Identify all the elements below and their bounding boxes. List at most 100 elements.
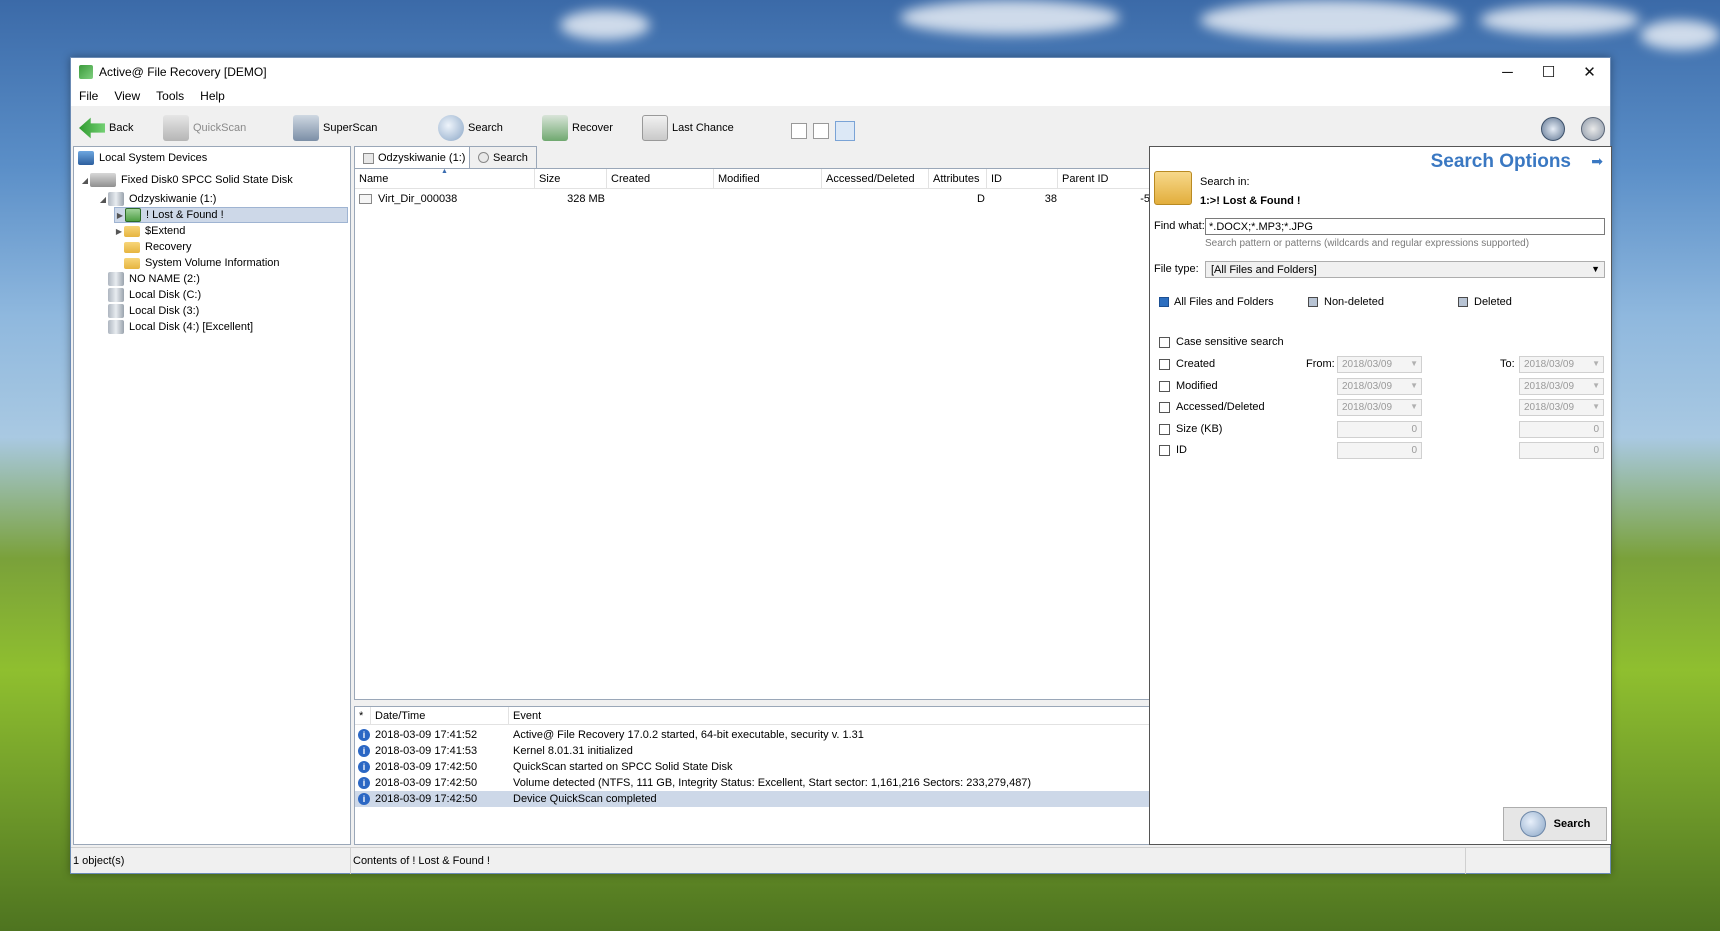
modified-to-date[interactable]: 2018/03/09 ▼ (1519, 378, 1604, 395)
id-to-field[interactable]: 0 (1519, 442, 1604, 459)
modified-label: Modified (1176, 380, 1218, 392)
tree-local-c[interactable]: Local Disk (C:) (108, 287, 201, 303)
id-checkbox[interactable] (1159, 445, 1170, 456)
expand-icon[interactable]: ▶ (115, 211, 125, 220)
file-id: 38 (1044, 192, 1057, 205)
accessed-checkbox[interactable] (1159, 402, 1170, 413)
tree-root[interactable]: Local System Devices (78, 150, 207, 166)
remove-icon[interactable] (813, 123, 829, 139)
collapse-icon[interactable]: ◢ (80, 176, 90, 185)
column-event[interactable]: Event (509, 707, 1152, 725)
date-value: 2018/03/09 (1524, 381, 1575, 392)
column-parent-id[interactable]: Parent ID (1058, 169, 1152, 189)
cloud (560, 10, 650, 40)
tree-recovery-label: Recovery (145, 241, 192, 253)
tree-local-4[interactable]: Local Disk (4:) [Excellent] (108, 319, 253, 335)
column-attributes-label: Attributes (933, 173, 980, 185)
log-event: Kernel 8.01.31 initialized (513, 745, 633, 757)
column-created[interactable]: Created (607, 169, 714, 189)
tab-search[interactable]: Search (469, 146, 537, 168)
find-what-input[interactable]: *.DOCX;*.MP3;*.JPG (1205, 218, 1605, 235)
filter-all-radio[interactable] (1159, 297, 1169, 307)
tree-extend[interactable]: ▶ $Extend (114, 223, 185, 239)
accessed-to-date[interactable]: 2018/03/09 ▼ (1519, 399, 1604, 416)
tab-contents[interactable]: Odzyskiwanie (1:) (354, 146, 475, 169)
created-checkbox[interactable] (1159, 359, 1170, 370)
menu-view[interactable]: View (106, 89, 148, 103)
created-from-date[interactable]: 2018/03/09 ▼ (1337, 356, 1422, 373)
menu-help[interactable]: Help (192, 89, 233, 103)
close-button[interactable]: ✕ (1569, 58, 1610, 86)
table-row[interactable]: Virt_Dir_000038 328 MB D 38 -5 (355, 190, 1150, 207)
id-label: ID (1176, 444, 1187, 456)
collapse-icon[interactable]: ◢ (98, 195, 108, 204)
column-modified[interactable]: Modified (714, 169, 822, 189)
tree-volume[interactable]: ◢ Odzyskiwanie (1:) (98, 191, 216, 207)
accessed-from-date[interactable]: 2018/03/09 ▼ (1337, 399, 1422, 416)
size-from-field[interactable]: 0 (1337, 421, 1422, 438)
magnifier-icon (478, 152, 489, 163)
tree-lost-found[interactable]: ▶ ! Lost & Found ! (114, 207, 348, 223)
column-marker-label: * (359, 710, 364, 722)
log-row[interactable]: i 2018-03-09 17:41:53 Kernel 8.01.31 ini… (355, 743, 1150, 759)
gear-icon[interactable] (1581, 117, 1605, 141)
tree-recovery[interactable]: Recovery (124, 239, 191, 255)
quickscan-button[interactable]: QuickScan (163, 112, 246, 144)
column-accessed[interactable]: Accessed/Deleted (822, 169, 929, 189)
info-icon: i (358, 761, 370, 773)
minimize-button[interactable]: ─ (1487, 58, 1528, 86)
column-name[interactable]: Name ▲ (355, 168, 535, 189)
maximize-button[interactable]: ☐ (1528, 58, 1569, 86)
tree-svi[interactable]: System Volume Information (124, 255, 280, 271)
info-icon[interactable] (1541, 117, 1565, 141)
tree-local-3[interactable]: Local Disk (3:) (108, 303, 199, 319)
tree-disk[interactable]: ◢ Fixed Disk0 SPCC Solid State Disk (80, 172, 293, 188)
menu-tools[interactable]: Tools (148, 89, 192, 103)
column-id[interactable]: ID (987, 169, 1058, 189)
folder-icon (1154, 171, 1192, 205)
id-from-field[interactable]: 0 (1337, 442, 1422, 459)
modified-checkbox[interactable] (1159, 381, 1170, 392)
tree-disk-label: Fixed Disk0 SPCC Solid State Disk (121, 174, 293, 186)
tree-local-4-label: Local Disk (4:) [Excellent] (129, 321, 254, 333)
menu-file[interactable]: File (71, 89, 106, 103)
status-extra (1466, 848, 1612, 874)
column-event-label: Event (513, 710, 542, 722)
collapse-panel-icon[interactable]: ➡ (1591, 153, 1603, 170)
created-to-date[interactable]: 2018/03/09 ▼ (1519, 356, 1604, 373)
recover-button[interactable]: Recover (542, 112, 613, 144)
search-button-label: Search (1553, 818, 1591, 830)
search-options-panel: Search Options ➡ Search in: 1:>! Lost & … (1149, 146, 1612, 845)
last-chance-button[interactable]: Last Chance (642, 112, 734, 144)
document-view-icon[interactable] (835, 121, 855, 141)
date-value: 2018/03/09 (1524, 402, 1575, 413)
file-type-select[interactable]: [All Files and Folders] ▼ (1205, 261, 1605, 278)
log-row[interactable]: i 2018-03-09 17:42:50 Device QuickScan c… (355, 791, 1150, 807)
case-sensitive-label: Case sensitive search (1176, 336, 1284, 348)
size-checkbox[interactable] (1159, 424, 1170, 435)
case-sensitive-checkbox[interactable] (1159, 337, 1170, 348)
find-what-hint: Search pattern or patterns (wildcards an… (1205, 238, 1530, 249)
search-toolbar-button[interactable]: Search (438, 112, 503, 144)
column-size[interactable]: Size (535, 169, 607, 189)
filter-nondeleted-radio[interactable] (1308, 297, 1318, 307)
size-to-field[interactable]: 0 (1519, 421, 1604, 438)
filter-deleted-radio[interactable] (1458, 297, 1468, 307)
column-marker[interactable]: * (355, 707, 371, 725)
add-icon[interactable] (791, 123, 807, 139)
column-attributes[interactable]: Attributes (929, 169, 987, 189)
modified-from-date[interactable]: 2018/03/09 ▼ (1337, 378, 1422, 395)
expand-icon[interactable]: ▶ (114, 227, 124, 236)
log-row[interactable]: i 2018-03-09 17:42:50 Volume detected (N… (355, 775, 1150, 791)
log-row[interactable]: i 2018-03-09 17:42:50 QuickScan started … (355, 759, 1150, 775)
log-row[interactable]: i 2018-03-09 17:41:52 Active@ File Recov… (355, 727, 1150, 743)
computer-icon (78, 151, 94, 165)
column-created-label: Created (611, 173, 651, 185)
content-tabs: Odzyskiwanie (1:) Search (354, 146, 1154, 169)
back-button[interactable]: Back (79, 112, 133, 144)
column-datetime[interactable]: Date/Time (371, 707, 509, 725)
search-button[interactable]: Search (1503, 807, 1607, 841)
superscan-button[interactable]: SuperScan (293, 112, 377, 144)
file-name: Virt_Dir_000038 (378, 192, 458, 205)
tree-noname[interactable]: NO NAME (2:) (108, 271, 200, 287)
